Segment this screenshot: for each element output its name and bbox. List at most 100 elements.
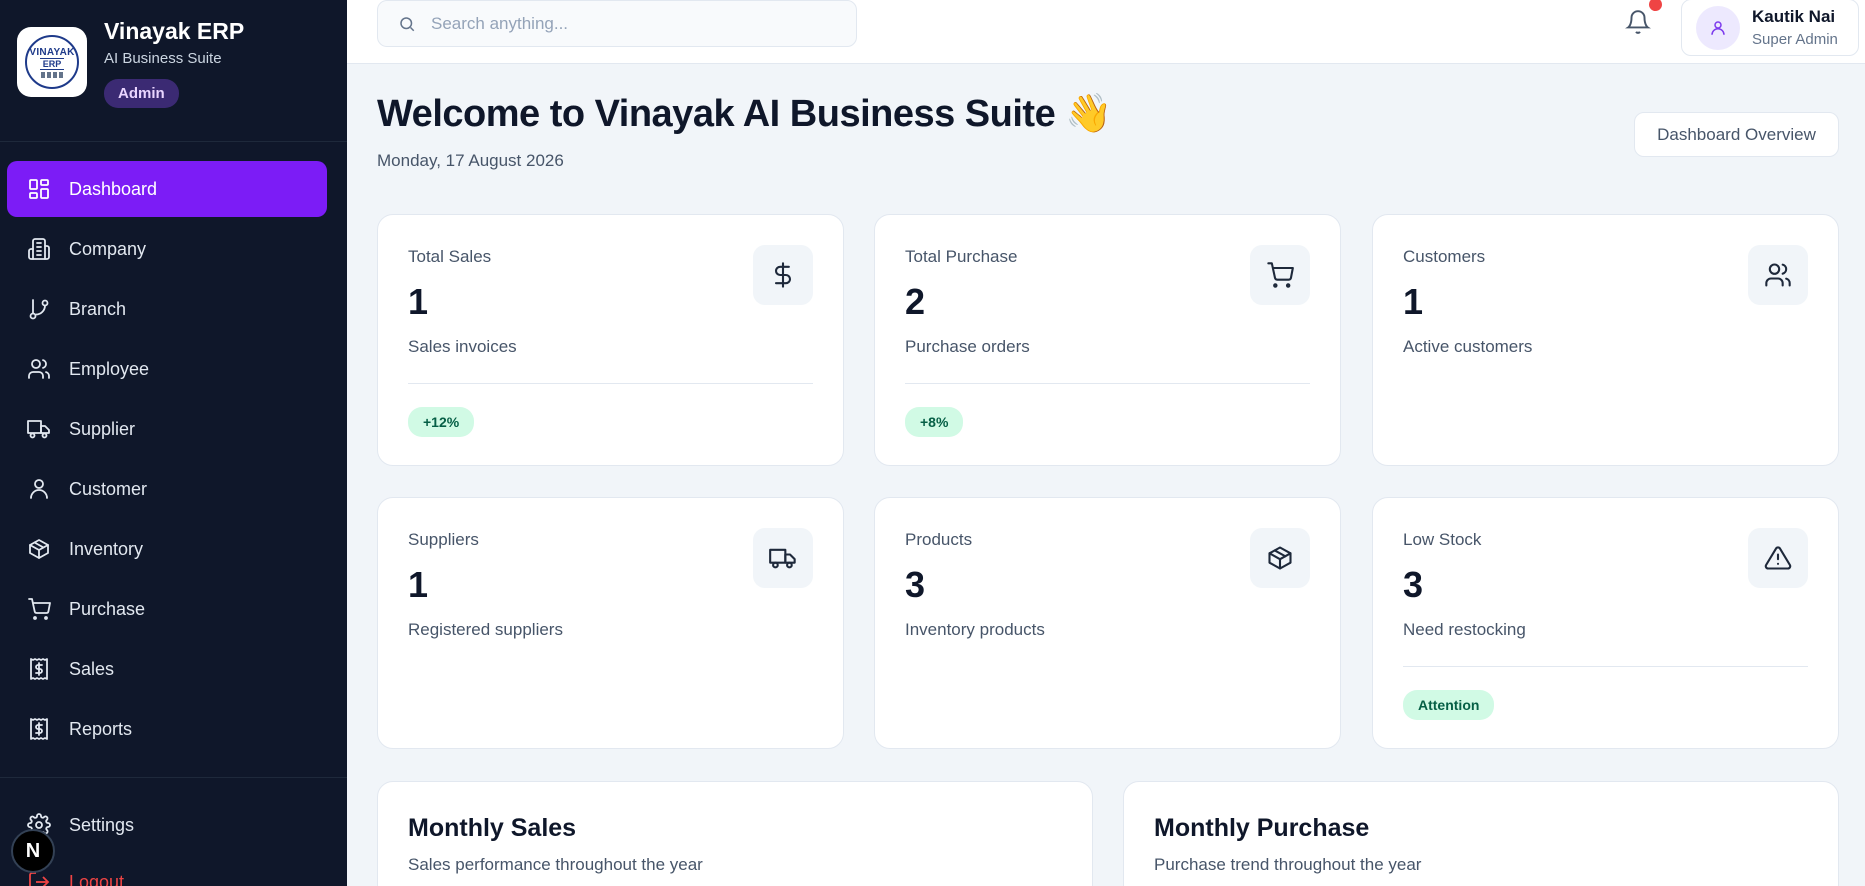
card-divider [905,383,1310,384]
brand-header: VINAYAK ERP Vinayak ERP AI Business Suit… [0,0,347,142]
git-branch-icon [29,299,49,320]
receipt-dollar-icon [30,718,48,740]
sidebar-item-dashboard[interactable]: Dashboard [7,161,327,217]
notification-dot [1649,0,1662,11]
card-icon-box [1250,528,1310,588]
sidebar-item-sales[interactable]: Sales [7,641,327,697]
cart-icon [28,598,51,620]
sidebar-item-label: Reports [69,718,133,739]
monthly-purchase-panel: Monthly Purchase Purchase trend througho… [1123,781,1839,886]
search-icon [400,16,415,31]
sidebar: VINAYAK ERP Vinayak ERP AI Business Suit… [0,0,347,886]
logout-label: Logout [69,871,125,886]
card-description: Sales invoices [408,337,517,356]
card-icon-box [753,528,813,588]
card-description: Purchase orders [905,337,1030,356]
sidebar-item-company[interactable]: Company [7,221,327,277]
sidebar-item-label: Customer [69,478,148,499]
sidebar-item-label: Sales [69,658,115,679]
role-badge: Admin [104,79,179,108]
logo-line2: ERP [39,57,65,70]
sidebar-item-purchase[interactable]: Purchase [7,581,327,637]
stat-card-total-purchase[interactable]: Total Purchase 2 Purchase orders +8% [874,214,1341,466]
sidebar-item-label: Dashboard [69,178,158,199]
sidebar-item-label: Settings [69,814,135,835]
sidebar-nav: Dashboard Company Branch Employee Suppli… [0,142,347,757]
stat-card-customers[interactable]: Customers 1 Active customers [1372,214,1839,466]
sidebar-item-branch[interactable]: Branch [7,281,327,337]
card-icon-box [1748,245,1808,305]
card-description: Active customers [1403,337,1533,356]
trend-badge: +8% [905,407,964,437]
dev-tools-badge[interactable]: N [11,829,55,873]
card-icon-box [1250,245,1310,305]
building-icon [28,238,50,260]
card-description: Registered suppliers [408,620,563,639]
cart-icon [1267,262,1294,288]
trend-badge: +12% [408,407,475,437]
dashboard-overview-button[interactable]: Dashboard Overview [1634,112,1839,157]
bell-icon [1625,10,1651,34]
sidebar-item-supplier[interactable]: Supplier [7,401,327,457]
avatar [1696,5,1740,50]
sidebar-item-reports[interactable]: Reports [7,701,327,757]
receipt-dollar-icon [30,658,48,680]
logout-button[interactable]: Logout [27,870,124,886]
stat-card-products[interactable]: Products 3 Inventory products [874,497,1341,749]
sidebar-item-label: Employee [69,358,150,379]
notifications-button[interactable] [1625,9,1655,39]
panel-subtitle: Sales performance throughout the year [408,855,703,874]
user-role: Super Admin [1752,31,1838,48]
sidebar-item-label: Branch [69,298,127,319]
dollar-icon [774,262,792,288]
card-description: Inventory products [905,620,1045,639]
company-logo[interactable]: VINAYAK ERP [17,27,87,97]
truck-icon [769,548,796,569]
warning-icon [1764,546,1792,570]
status-badge: Attention [1403,690,1495,720]
sidebar-item-label: Purchase [69,598,146,619]
user-icon [30,479,48,499]
users-icon [1765,263,1791,287]
sidebar-item-label: Inventory [69,538,144,559]
panel-title: Monthly Purchase [1154,814,1370,842]
panel-subtitle: Purchase trend throughout the year [1154,855,1422,874]
stat-card-suppliers[interactable]: Suppliers 1 Registered suppliers [377,497,844,749]
page-title: Welcome to Vinayak AI Business Suite 👋 [377,93,1113,135]
user-name: Kautik Nai [1752,7,1836,26]
stat-card-low-stock[interactable]: Low Stock 3 Need restocking Attention [1372,497,1839,749]
user-info: Kautik Nai Super Admin [1752,7,1838,48]
package-icon [29,539,49,559]
search-box[interactable] [377,0,857,47]
sidebar-item-label: Company [69,238,147,259]
logo-figures [41,71,63,78]
card-icon-box [1748,528,1808,588]
card-icon-box [753,245,813,305]
logo-line1: VINAYAK [29,46,75,58]
users-icon [28,359,50,379]
user-menu[interactable]: Kautik Nai Super Admin [1681,0,1859,56]
top-header: Kautik Nai Super Admin [347,0,1865,64]
sidebar-item-settings[interactable]: Settings [7,797,327,853]
truck-icon [27,420,50,439]
card-divider [408,383,813,384]
monthly-sales-panel: Monthly Sales Sales performance througho… [377,781,1093,886]
sidebar-item-label: Supplier [69,418,136,439]
search-input[interactable] [431,13,831,34]
current-date: Monday, 17 August 2026 [377,151,564,170]
sidebar-item-employee[interactable]: Employee [7,341,327,397]
card-description: Need restocking [1403,620,1526,639]
sidebar-divider [0,777,347,778]
panel-title: Monthly Sales [408,814,577,842]
package-icon [1268,546,1292,570]
sidebar-item-inventory[interactable]: Inventory [7,521,327,577]
brand-title: Vinayak ERP [104,18,245,44]
stat-card-total-sales[interactable]: Total Sales 1 Sales invoices +12% [377,214,844,466]
card-divider [1403,666,1808,667]
user-icon [1711,20,1725,35]
brand-text: Vinayak ERP AI Business Suite Admin [104,18,244,108]
brand-subtitle: AI Business Suite [104,50,222,67]
dashboard-icon [29,179,49,199]
sidebar-item-customer[interactable]: Customer [7,461,327,517]
logo-emblem: VINAYAK ERP [25,35,79,89]
